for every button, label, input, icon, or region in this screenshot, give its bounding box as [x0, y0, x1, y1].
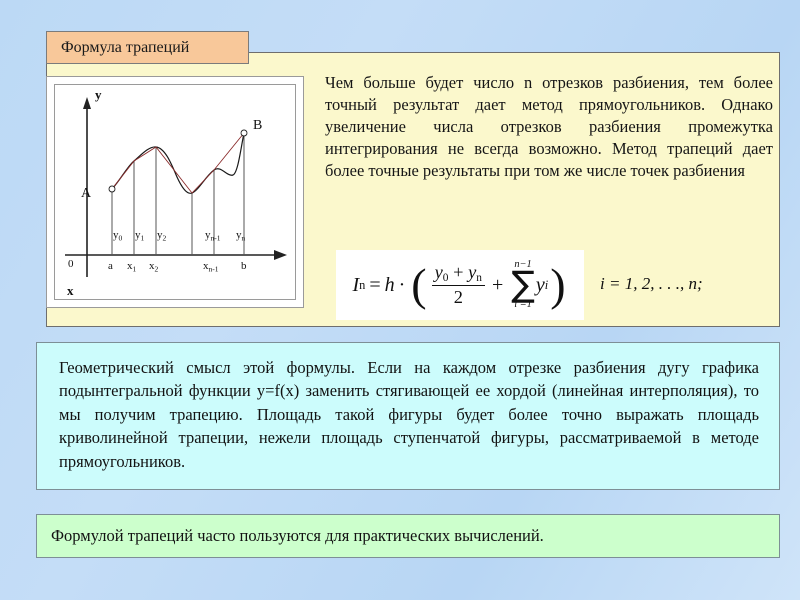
svg-text:yn-1: yn-1 — [205, 229, 221, 243]
geometric-meaning-panel: Геометрический смысл этой формулы. Если … — [36, 342, 780, 490]
page-title: Формула трапеций — [61, 38, 190, 56]
trapezoid-formula: In = h · ( y0 + yn 2 + n−1 ∑ i =1 yi ) — [336, 250, 584, 320]
formula-equals: = — [369, 273, 381, 296]
svg-text:y0: y0 — [113, 229, 123, 243]
svg-text:xn-1: xn-1 — [203, 260, 219, 274]
sigma-icon: ∑ — [511, 264, 535, 305]
formula-lhs: I — [352, 273, 360, 296]
numerator-right-sub: n — [476, 272, 482, 285]
geometric-meaning-text: Геометрический смысл этой формулы. Если … — [59, 358, 759, 471]
svg-text:x: x — [67, 283, 74, 298]
formula-h: h — [384, 273, 395, 296]
numerator-plus: + — [453, 261, 464, 282]
numerator-left-sub: 0 — [442, 272, 449, 285]
formula-open-paren: ( — [411, 259, 427, 311]
formula-lhs-sub: n — [359, 277, 366, 292]
svg-text:y: y — [95, 87, 102, 102]
formula-fraction-denominator: 2 — [453, 287, 463, 308]
graph-figure-frame: y x 0 A B a x1 x2 xn-1 b y0 y1 y2 yn-1 y… — [46, 76, 304, 308]
formula-fraction: y0 + yn 2 — [431, 262, 485, 308]
practical-note-text: Формулой трапеций часто пользуются для п… — [51, 526, 544, 545]
sum-lower-limit: i =1 — [514, 299, 532, 311]
trapezoid-method-graph: y x 0 A B a x1 x2 xn-1 b y0 y1 y2 yn-1 y… — [65, 87, 287, 298]
sum-term: y — [535, 273, 545, 296]
formula-plus: + — [491, 273, 504, 296]
formula-summation: n−1 ∑ i =1 — [511, 259, 535, 311]
slide-title-tab: Формула трапеций — [46, 31, 249, 64]
svg-text:a: a — [108, 260, 113, 272]
graph-figure-inner: y x 0 A B a x1 x2 xn-1 b y0 y1 y2 yn-1 y… — [54, 84, 296, 300]
svg-text:x2: x2 — [149, 260, 159, 274]
slide-canvas: Формула трапеций y x 0 A B a x1 x2 xn-1 … — [0, 0, 800, 600]
formula-expression: In = h · ( y0 + yn 2 + n−1 ∑ i =1 yi ) — [352, 259, 567, 311]
svg-text:y1: y1 — [135, 229, 145, 243]
numerator-left: y — [434, 261, 443, 282]
formula-dot: · — [398, 273, 406, 296]
svg-text:x1: x1 — [127, 260, 137, 274]
svg-text:b: b — [241, 260, 247, 272]
formula-fraction-numerator: y0 + yn — [432, 262, 485, 285]
formula-close-paren: ) — [550, 259, 566, 311]
practical-note-panel: Формулой трапеций часто пользуются для п… — [36, 514, 780, 558]
svg-text:y2: y2 — [157, 229, 167, 243]
svg-text:A: A — [81, 186, 92, 201]
svg-text:0: 0 — [68, 258, 74, 270]
intro-paragraph: Чем больше будет число n отрезков разбие… — [325, 73, 773, 181]
svg-text:B: B — [253, 118, 262, 133]
sum-term-sub: i — [544, 277, 549, 292]
formula-index-note: i = 1, 2, . . ., n; — [600, 274, 703, 293]
